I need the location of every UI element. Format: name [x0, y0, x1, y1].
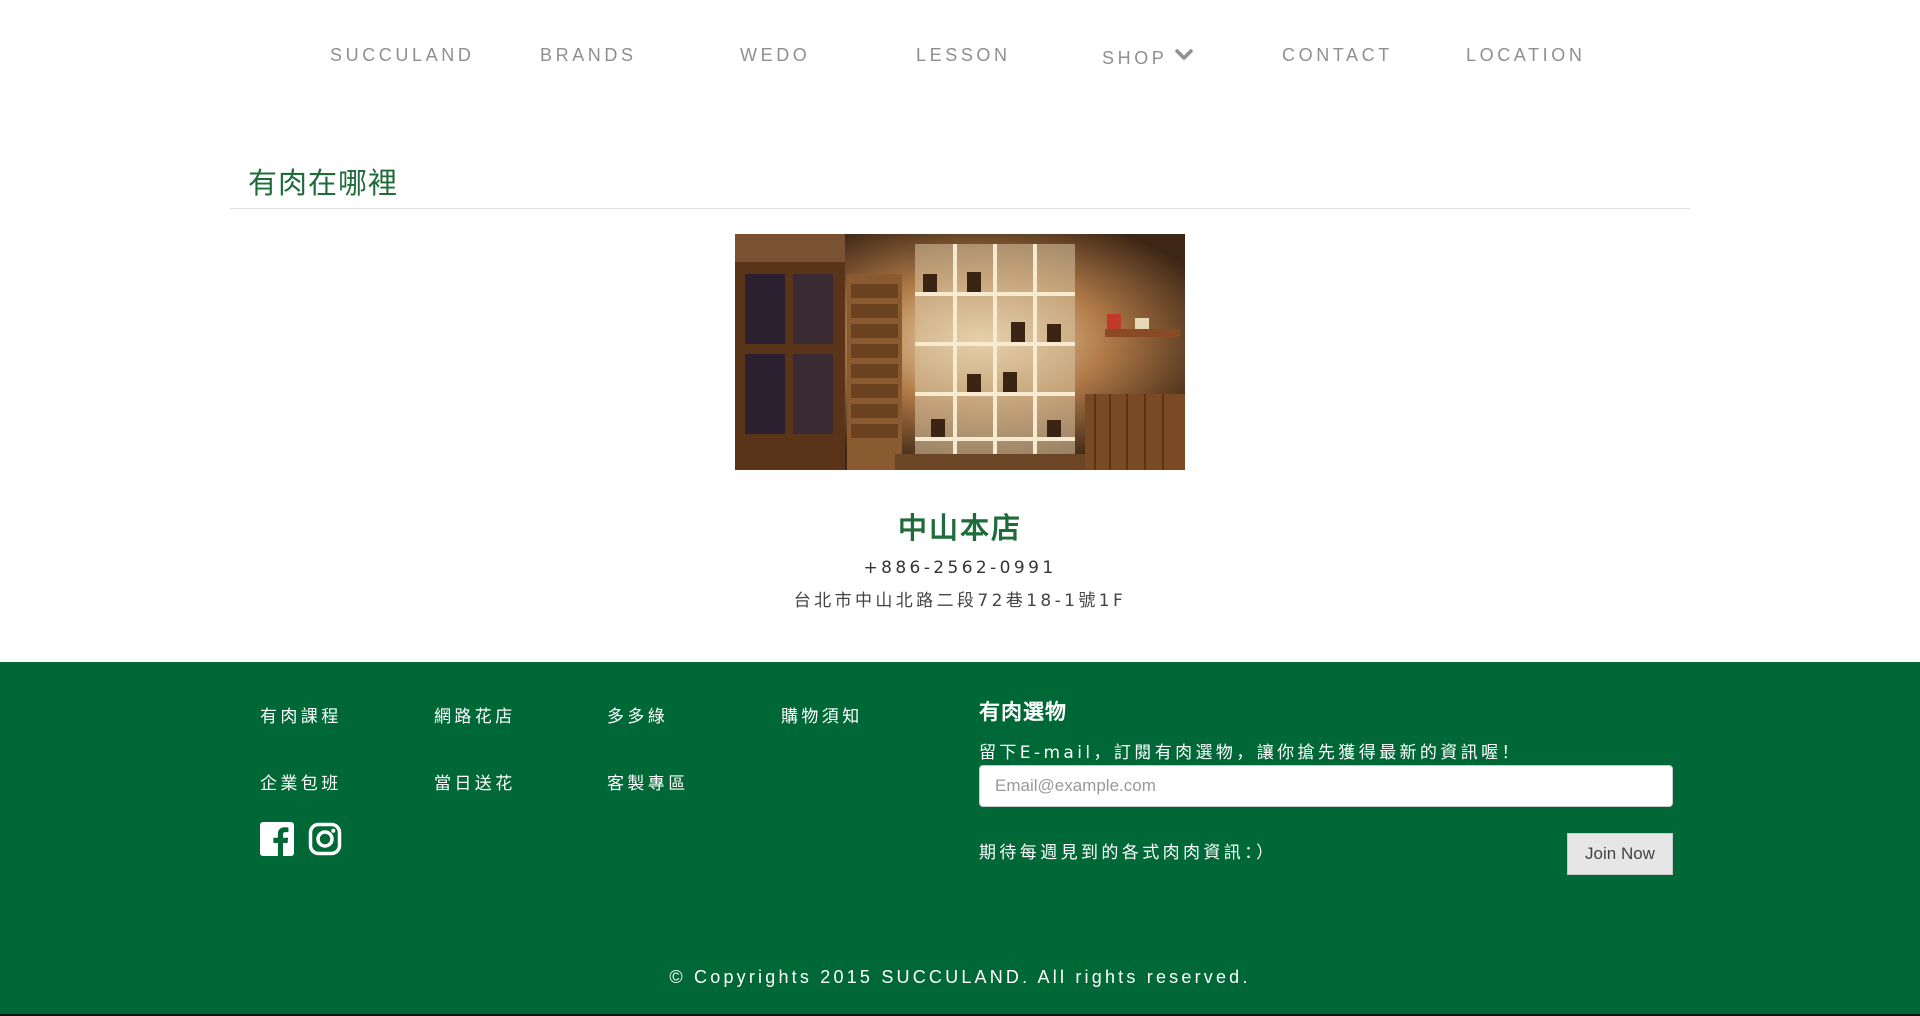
nav-item-shop[interactable]: SHOP: [1102, 45, 1194, 69]
top-nav: SUCCULAND BRANDS WEDO LESSON SHOP CONTAC…: [0, 0, 1920, 110]
store-name: 中山本店: [897, 511, 1022, 545]
nav-item-wedo[interactable]: WEDO: [740, 45, 810, 66]
nav-item-location[interactable]: LOCATION: [1466, 45, 1585, 66]
instagram-icon[interactable]: [308, 822, 342, 856]
copyright: © Copyrights 2015 SUCCULAND. All rights …: [669, 967, 1251, 987]
footer-link-corporate-class[interactable]: 企業包班: [260, 769, 342, 794]
nav-item-brands[interactable]: BRANDS: [540, 45, 637, 66]
newsletter-description: 留下E-mail，訂閱有肉選物，讓你搶先獲得最新的資訊喔！: [979, 743, 1522, 763]
join-now-button[interactable]: Join Now: [1567, 833, 1673, 875]
store-interior-photo: [735, 234, 1185, 470]
footer-link-lessons[interactable]: 有肉課程: [260, 702, 342, 727]
nav-item-lesson[interactable]: LESSON: [916, 45, 1011, 66]
nav-item-shop-label: SHOP: [1102, 48, 1168, 68]
email-input[interactable]: [979, 765, 1673, 807]
nav-item-contact[interactable]: CONTACT: [1282, 45, 1393, 66]
footer-link-same-day-delivery[interactable]: 當日送花: [434, 769, 516, 794]
newsletter-note: 期待每週見到的各式肉肉資訊：）: [979, 843, 1277, 863]
chevron-down-icon: [1175, 45, 1194, 66]
footer-link-custom-orders[interactable]: 客製專區: [607, 769, 689, 794]
footer-link-duoduo-green[interactable]: 多多綠: [607, 702, 668, 727]
footer: 有肉課程 網路花店 多多綠 購物須知 企業包班 當日送花 客製專區 有肉選物 留…: [0, 662, 1920, 1016]
footer-link-shopping-info[interactable]: 購物須知: [781, 702, 863, 727]
nav-item-succuland[interactable]: SUCCULAND: [330, 45, 474, 66]
facebook-icon[interactable]: [260, 822, 294, 856]
footer-link-online-florist[interactable]: 網路花店: [434, 702, 516, 727]
divider: [230, 208, 1690, 209]
page-title: 有肉在哪裡: [248, 166, 399, 200]
newsletter-title: 有肉選物: [979, 700, 1067, 724]
store-phone: +886-2562-0991: [863, 558, 1057, 578]
store-address: 台北市中山北路二段72巷18-1號1F: [793, 591, 1127, 611]
